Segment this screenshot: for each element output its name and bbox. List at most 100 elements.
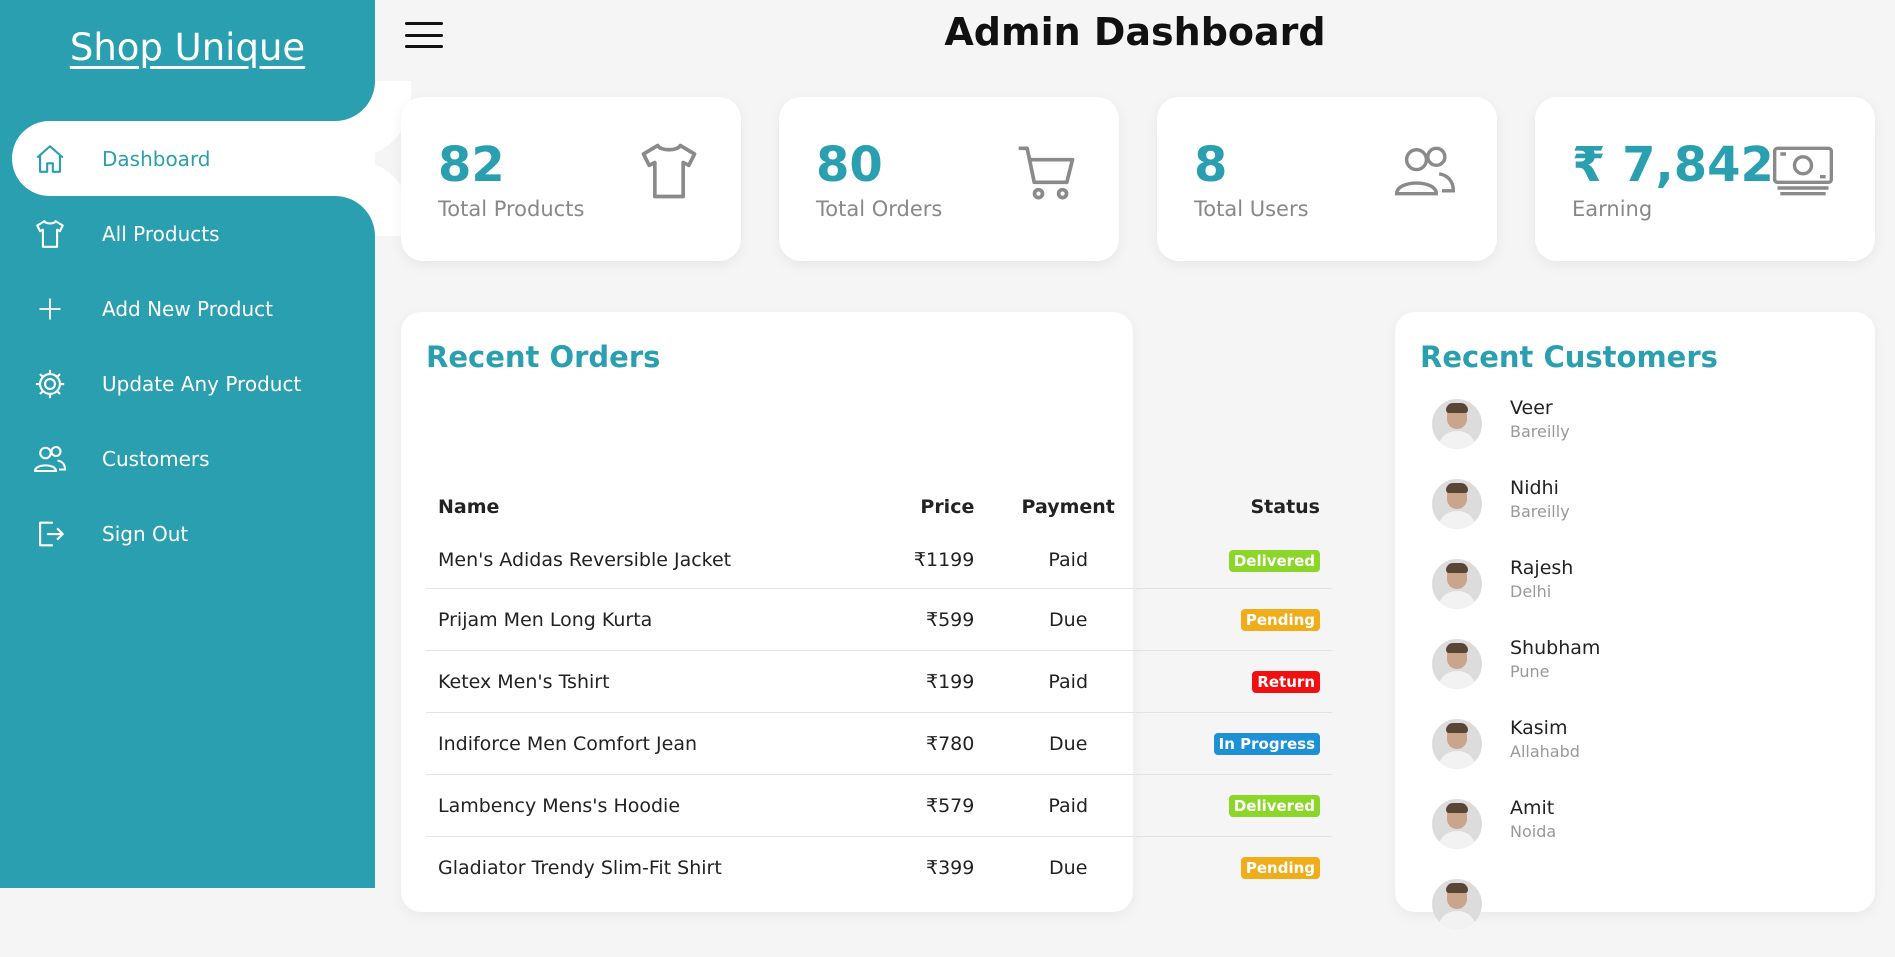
sidebar-item-label: Update Any Product — [102, 371, 302, 396]
recent-orders-panel: Recent Orders Name Price Payment Status … — [401, 312, 1332, 912]
list-item[interactable] — [1432, 877, 1600, 957]
sidebar: Shop Unique Dashboard All Products Add N… — [0, 0, 375, 888]
list-item[interactable]: Kasim Allahabd — [1432, 717, 1600, 797]
customer-city: Bareilly — [1510, 502, 1570, 521]
avatar — [1432, 559, 1482, 609]
stat-card-users: 8 Total Users — [1157, 97, 1497, 261]
sidebar-item-customers[interactable]: Customers — [12, 421, 375, 496]
stat-card-orders: 80 Total Orders — [779, 97, 1119, 261]
stat-value: ₹ 7,842 — [1572, 137, 1774, 193]
list-item[interactable]: Rajesh Delhi — [1432, 557, 1600, 637]
tshirt-icon — [635, 137, 703, 205]
brand: Shop Unique — [0, 0, 375, 110]
order-name: Prijam Men Long Kurta — [426, 588, 869, 651]
recent-customers-panel: Recent Customers Veer Bareilly Nidhi Barei… — [1395, 312, 1875, 929]
order-payment: Due — [986, 712, 1151, 775]
order-payment: Paid — [1048, 549, 1089, 571]
brand-logo-link[interactable]: Shop Unique — [70, 26, 305, 69]
recent-customers-title: Recent Customers — [1420, 340, 1718, 374]
status-badge: Delivered — [1228, 795, 1320, 817]
column-header-status: Status — [1250, 496, 1320, 518]
status-badge: Pending — [1240, 609, 1320, 631]
stat-label: Total Products — [438, 197, 585, 221]
order-price: ₹780 — [868, 712, 987, 775]
column-header-name: Name — [438, 496, 500, 518]
list-item[interactable]: Nidhi Bareilly — [1432, 477, 1600, 557]
order-name: Lambency Mens's Hoodie — [426, 774, 869, 837]
plus-icon — [30, 289, 70, 329]
customer-city: Bareilly — [1510, 422, 1570, 441]
users-icon — [30, 439, 70, 479]
order-payment: Due — [986, 836, 1151, 898]
order-payment: Due — [986, 588, 1151, 651]
customer-name: Nidhi — [1510, 477, 1559, 499]
table-row: Men's Adidas Reversible Jacket ₹1199 Pai… — [426, 532, 1332, 589]
customer-name: Rajesh — [1510, 557, 1574, 579]
order-name: Indiforce Men Comfort Jean — [426, 712, 869, 775]
column-header-price: Price — [920, 496, 975, 518]
sidebar-item-all-products[interactable]: All Products — [12, 196, 375, 271]
order-name: Gladiator Trendy Slim-Fit Shirt — [426, 836, 869, 898]
money-icon — [1769, 137, 1837, 205]
avatar — [1432, 639, 1482, 689]
main-content: Admin Dashboard 82 Total Products 80 Tot… — [375, 0, 1895, 929]
recent-orders-table: Name Price Payment Status Men's Adidas R… — [426, 482, 1332, 898]
sidebar-item-dashboard[interactable]: Dashboard — [12, 121, 375, 196]
recent-orders-title: Recent Orders — [426, 340, 661, 374]
stat-card-earning: ₹ 7,842 Earning — [1535, 97, 1875, 261]
sidebar-item-add-new-product[interactable]: Add New Product — [12, 271, 375, 346]
order-price: ₹579 — [868, 774, 987, 837]
order-price: ₹399 — [868, 836, 987, 898]
gear-icon — [30, 364, 70, 404]
sidebar-item-label: All Products — [102, 221, 220, 246]
table-row: Gladiator Trendy Slim-Fit Shirt ₹399 Due… — [426, 836, 1332, 898]
customer-name: Veer — [1510, 397, 1553, 419]
stat-value: 82 — [438, 137, 505, 193]
sidebar-nav: Dashboard All Products Add New Product U… — [0, 121, 375, 571]
cart-icon — [1013, 137, 1081, 205]
order-name: Men's Adidas Reversible Jacket — [438, 549, 732, 571]
status-badge: Return — [1252, 671, 1320, 693]
table-header-row: Name Price Payment Status — [426, 482, 1332, 532]
order-price: ₹599 — [868, 588, 987, 651]
sidebar-item-sign-out[interactable]: Sign Out — [12, 496, 375, 571]
customer-name: Shubham — [1510, 637, 1601, 659]
stat-value: 80 — [816, 137, 883, 193]
status-badge: Delivered — [1228, 549, 1320, 572]
order-payment: Paid — [986, 774, 1151, 837]
avatar — [1432, 719, 1482, 769]
users-icon — [1391, 137, 1459, 205]
avatar — [1432, 399, 1482, 449]
list-item[interactable]: Shubham Pune — [1432, 637, 1600, 717]
customer-list: Veer Bareilly Nidhi Bareilly Rajesh Delhi S… — [1432, 397, 1600, 957]
status-badge: In Progress — [1213, 733, 1320, 755]
order-price: ₹199 — [868, 650, 987, 713]
order-price: ₹1199 — [913, 549, 975, 571]
sidebar-item-label: Sign Out — [102, 521, 189, 546]
stat-label: Total Orders — [816, 197, 943, 221]
tshirt-icon — [30, 214, 70, 254]
stat-card-products: 82 Total Products — [401, 97, 741, 261]
customer-city: Noida — [1510, 822, 1557, 841]
sidebar-item-label: Dashboard — [102, 146, 211, 171]
order-payment: Paid — [986, 650, 1151, 713]
customer-city: Pune — [1510, 662, 1550, 681]
order-name: Ketex Men's Tshirt — [426, 650, 869, 713]
table-row: Lambency Mens's Hoodie ₹579 Paid Deliver… — [426, 774, 1332, 837]
avatar — [1432, 799, 1482, 849]
column-header-payment: Payment — [1021, 496, 1115, 518]
customer-name: Kasim — [1510, 717, 1568, 739]
sign-out-icon — [30, 514, 70, 554]
sidebar-item-label: Customers — [102, 446, 210, 471]
sidebar-item-update-any-product[interactable]: Update Any Product — [12, 346, 375, 421]
table-row: Prijam Men Long Kurta ₹599 Due Pending — [426, 588, 1332, 651]
customer-city: Delhi — [1510, 582, 1552, 601]
customer-name: Amit — [1510, 797, 1555, 819]
list-item[interactable]: Amit Noida — [1432, 797, 1600, 877]
sidebar-item-label: Add New Product — [102, 296, 273, 321]
table-row: Indiforce Men Comfort Jean ₹780 Due In P… — [426, 712, 1332, 775]
avatar — [1432, 479, 1482, 529]
table-row: Ketex Men's Tshirt ₹199 Paid Return — [426, 650, 1332, 713]
customer-city: Allahabd — [1510, 742, 1580, 761]
list-item[interactable]: Veer Bareilly — [1432, 397, 1600, 477]
